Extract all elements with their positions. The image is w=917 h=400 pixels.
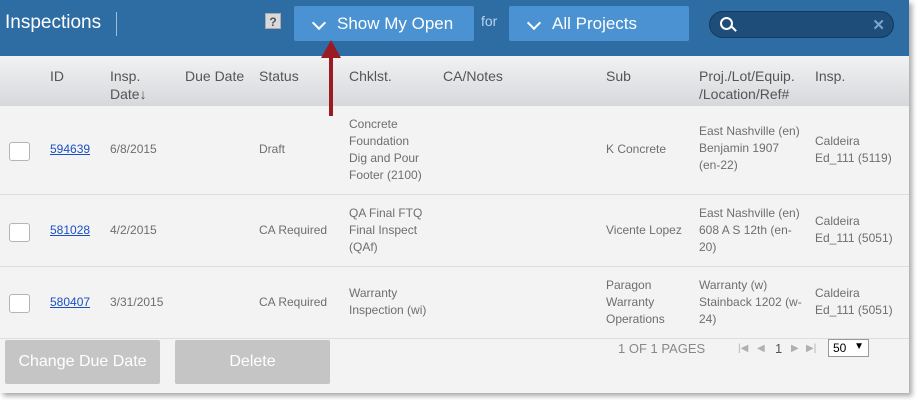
checklist-line: Warranty (349, 286, 398, 300)
project-line: (en-22) (699, 158, 738, 172)
sub-line: Paragon (606, 278, 652, 292)
column-ca-notes[interactable]: CA/Notes (443, 67, 503, 85)
insp-date: 6/8/2015 (110, 142, 157, 156)
checklist: Concrete Foundation Dig and Pour Footer … (349, 116, 422, 184)
inspector: Caldeira Ed_111 (5119) (815, 133, 892, 167)
table-row: 580407 3/31/2015 CA Required Warranty In… (0, 267, 909, 339)
checklist-line: QA Final FTQ (349, 206, 423, 220)
show-my-open-label: Show My Open (337, 14, 454, 33)
all-projects-label: All Projects (552, 14, 638, 33)
first-page-icon[interactable]: |◀ (738, 343, 748, 354)
table-row: 581028 4/2/2015 CA Required QA Final FTQ… (0, 195, 909, 267)
table-row: 594639 6/8/2015 Draft Concrete Foundatio… (0, 106, 909, 195)
inspection-id-link[interactable]: 580407 (50, 295, 90, 309)
checklist-line: Dig and Pour (349, 151, 420, 165)
inspector: Caldeira Ed_111 (5051) (815, 213, 893, 247)
row-checkbox[interactable] (9, 142, 30, 161)
sub-line: Vicente Lopez (606, 223, 682, 237)
project-line: East Nashville (en) (699, 206, 800, 220)
column-project-line2: /Location/Ref# (699, 86, 790, 102)
column-insp-date-line1: Insp. (110, 68, 141, 84)
column-status[interactable]: Status (259, 67, 299, 85)
project: East Nashville (en) Benjamin 1907 (en-22… (699, 123, 800, 174)
dropdown-arrow-icon: ▼ (854, 341, 864, 352)
next-page-icon[interactable]: ▶ (791, 343, 799, 354)
current-page: 1 (775, 341, 783, 356)
column-project[interactable]: Proj./Lot/Equip. /Location/Ref# (699, 67, 795, 103)
page-count: 1 OF 1 PAGES (618, 341, 706, 356)
column-id[interactable]: ID (50, 67, 64, 85)
column-project-line1: Proj./Lot/Equip. (699, 68, 795, 84)
checklist: Warranty Inspection (wi) (349, 285, 426, 319)
column-checklist[interactable]: Chklst. (349, 67, 392, 85)
show-my-open-dropdown[interactable]: Show My Open (294, 6, 474, 41)
change-due-date-button[interactable]: Change Due Date (5, 340, 160, 384)
insp-date: 3/31/2015 (110, 295, 164, 309)
insp-date: 4/2/2015 (110, 223, 157, 237)
checklist-line: Final Inspect (349, 223, 418, 237)
status: Draft (259, 142, 286, 156)
column-insp-date[interactable]: Insp. Date↓ (110, 67, 147, 103)
project-line: 608 A S 12th (en- (699, 223, 792, 237)
inspections-panel: Inspections ? Show My Open for All Proje… (0, 0, 909, 393)
status: CA Required (259, 223, 328, 237)
last-page-icon[interactable]: ▶| (806, 343, 816, 354)
all-projects-dropdown[interactable]: All Projects (509, 6, 689, 41)
checklist-line: Footer (2100) (349, 168, 422, 182)
column-sub[interactable]: Sub (606, 67, 631, 85)
prev-page-icon[interactable]: ◀ (757, 343, 765, 354)
inspector-line: Ed_111 (5051) (815, 303, 893, 317)
status: CA Required (259, 295, 328, 309)
checklist-line: Concrete (349, 117, 398, 131)
help-icon[interactable]: ? (265, 13, 281, 29)
chevron-down-icon (311, 15, 327, 31)
inspector-line: Ed_111 (5119) (815, 151, 892, 165)
for-label: for (481, 13, 498, 29)
project: East Nashville (en) 608 A S 12th (en- 20… (699, 205, 800, 256)
sub-line: K Concrete (606, 142, 667, 156)
project-line: Warranty (w) (699, 278, 768, 292)
top-bar: Inspections ? Show My Open for All Proje… (0, 0, 909, 56)
sub: Vicente Lopez (606, 222, 682, 239)
inspection-id-link[interactable]: 581028 (50, 223, 90, 237)
project-line: 20) (699, 240, 717, 254)
title-divider (116, 12, 117, 36)
project-line: East Nashville (en) (699, 124, 800, 138)
row-checkbox[interactable] (9, 223, 30, 242)
inspection-id-link[interactable]: 594639 (50, 142, 90, 156)
project-line: 24) (699, 312, 717, 326)
checklist-line: Foundation (349, 134, 410, 148)
column-inspector[interactable]: Insp. (815, 67, 845, 85)
annotation-arrow-icon (321, 40, 341, 116)
inspector: Caldeira Ed_111 (5051) (815, 285, 893, 319)
project-line: Benjamin 1907 (699, 141, 780, 155)
inspector-line: Caldeira (815, 134, 860, 148)
inspector-line: Caldeira (815, 214, 860, 228)
inspector-line: Ed_111 (5051) (815, 231, 893, 245)
table-header: ID Insp. Date↓ Due Date Status Chklst. C… (0, 56, 909, 106)
sub-line: Warranty (606, 295, 655, 309)
inspector-line: Caldeira (815, 286, 860, 300)
delete-button[interactable]: Delete (175, 340, 330, 384)
clear-search-icon[interactable]: ✕ (872, 16, 885, 34)
per-page-select[interactable]: 50 ▼ (828, 339, 869, 357)
per-page-value: 50 (833, 341, 847, 355)
checklist-line: Inspection (wi) (349, 303, 427, 317)
chevron-down-icon (526, 15, 542, 31)
project-line: Stainback 1202 (w- (699, 295, 802, 309)
checklist: QA Final FTQ Final Inspect (QAf) (349, 205, 422, 256)
checklist-line: (QAf) (349, 240, 378, 254)
search-icon (720, 17, 733, 30)
column-due-date[interactable]: Due Date (185, 67, 244, 85)
search-input[interactable]: ✕ (709, 11, 894, 38)
sub-line: Operations (606, 312, 665, 326)
sub: K Concrete (606, 141, 666, 158)
page-title: Inspections (5, 12, 102, 33)
column-insp-date-line2: Date↓ (110, 86, 147, 102)
project: Warranty (w) Stainback 1202 (w- 24) (699, 277, 802, 328)
row-checkbox[interactable] (9, 294, 30, 313)
sub: Paragon Warranty Operations (606, 277, 665, 328)
